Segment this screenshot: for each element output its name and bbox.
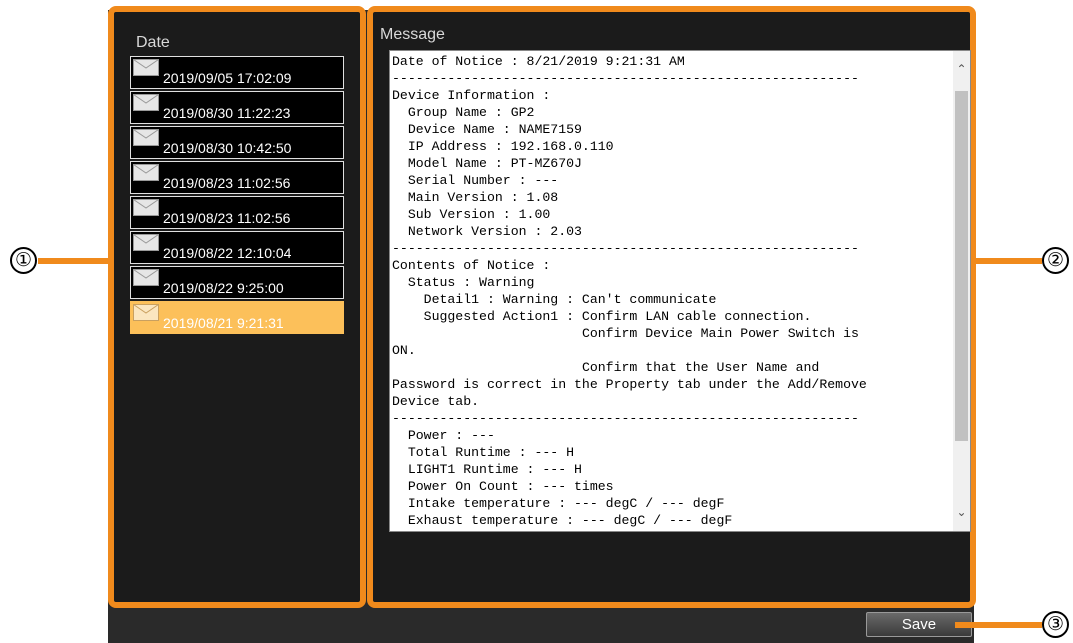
date-list: 2019/09/05 17:02:09 2019/08/30 11:22:23 … <box>130 56 344 336</box>
date-list-item[interactable]: 2019/08/23 11:02:56 <box>130 161 344 194</box>
date-panel-title: Date <box>136 34 170 51</box>
envelope-icon <box>133 304 159 321</box>
date-item-label: 2019/08/23 11:02:56 <box>163 210 291 226</box>
message-textbox[interactable]: Date of Notice : 8/21/2019 9:21:31 AM --… <box>389 50 971 532</box>
callout-line-3 <box>955 622 1042 628</box>
callout-marker-2: ② <box>1042 247 1069 274</box>
date-item-label: 2019/08/21 9:21:31 <box>163 315 284 331</box>
chevron-up-icon[interactable]: ⌃ <box>953 61 970 78</box>
date-panel: Date 2019/09/05 17:02:09 2019/08/30 11:2… <box>108 6 366 608</box>
message-panel: Message Date of Notice : 8/21/2019 9:21:… <box>367 6 976 608</box>
date-list-item[interactable]: 2019/08/30 10:42:50 <box>130 126 344 159</box>
envelope-icon <box>133 199 159 216</box>
date-item-label: 2019/08/22 12:10:04 <box>163 245 292 261</box>
callout-marker-1: ① <box>10 247 37 274</box>
date-list-item[interactable]: 2019/08/23 11:02:56 <box>130 196 344 229</box>
date-item-label: 2019/08/23 11:02:56 <box>163 175 291 191</box>
date-item-label: 2019/08/22 9:25:00 <box>163 280 284 296</box>
message-content: Date of Notice : 8/21/2019 9:21:31 AM --… <box>392 54 867 528</box>
scrollbar-thumb[interactable] <box>955 91 968 441</box>
envelope-icon <box>133 269 159 286</box>
envelope-icon <box>133 129 159 146</box>
callout-line-2 <box>976 258 1042 264</box>
date-list-item[interactable]: 2019/09/05 17:02:09 <box>130 56 344 89</box>
date-item-label: 2019/08/30 10:42:50 <box>163 140 292 156</box>
date-list-item-selected[interactable]: 2019/08/21 9:21:31 <box>130 301 344 334</box>
date-item-label: 2019/08/30 11:22:23 <box>163 105 291 121</box>
envelope-icon <box>133 164 159 181</box>
envelope-icon <box>133 234 159 251</box>
chevron-down-icon[interactable]: ⌄ <box>953 504 970 521</box>
date-list-item[interactable]: 2019/08/22 12:10:04 <box>130 231 344 264</box>
message-panel-title: Message <box>380 26 445 43</box>
date-list-item[interactable]: 2019/08/22 9:25:00 <box>130 266 344 299</box>
message-scrollbar[interactable]: ⌃ ⌄ <box>953 51 970 531</box>
callout-line-1 <box>38 258 110 264</box>
date-list-item[interactable]: 2019/08/30 11:22:23 <box>130 91 344 124</box>
callout-marker-3: ③ <box>1042 611 1069 638</box>
envelope-icon <box>133 94 159 111</box>
envelope-icon <box>133 59 159 76</box>
date-item-label: 2019/09/05 17:02:09 <box>163 70 292 86</box>
